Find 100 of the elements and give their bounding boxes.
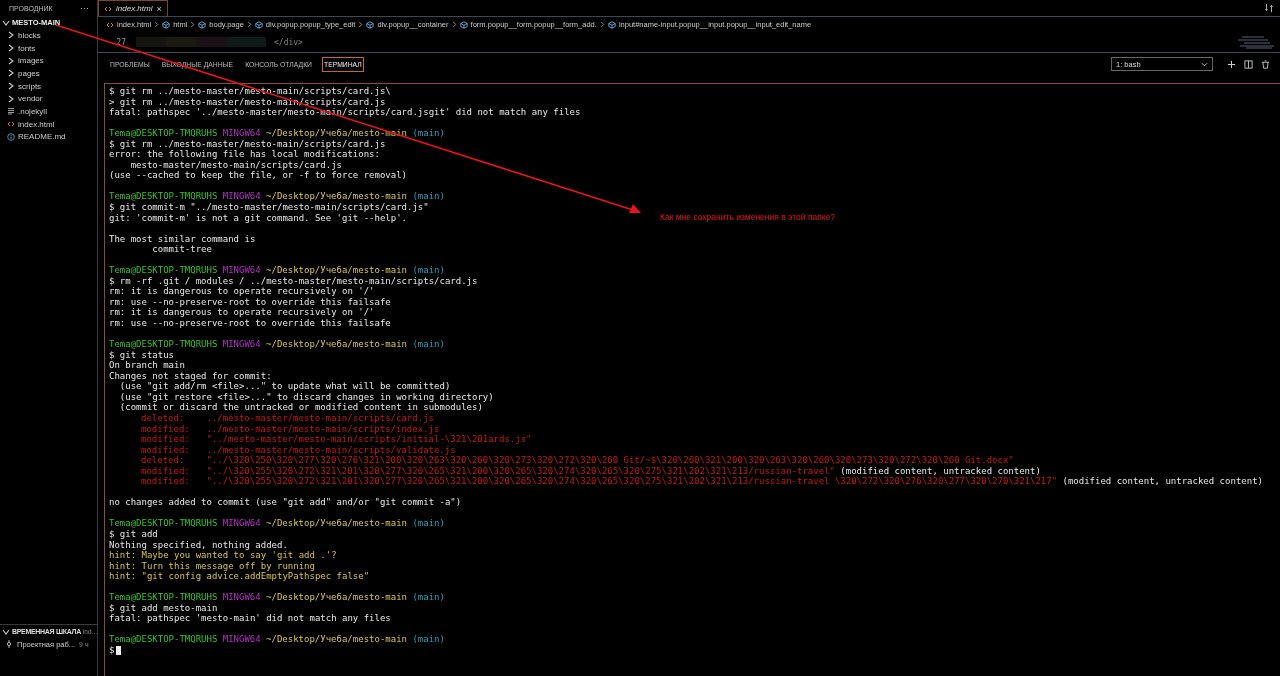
chevron-icon — [154, 21, 160, 28]
terminal-line: (commit or discard the untracked or modified content in submodules) — [118, 402, 483, 413]
prompt-path: ~/Desktop/Учеба/mesto-main — [266, 592, 407, 603]
terminal-line: fatal: pathspec 'mesto-main' did not match any files — [109, 613, 391, 624]
status-path: "../mesto-master/mesto-main/scripts/initial-\321\201ards.js" — [206, 434, 532, 445]
text-cursor — [115, 646, 121, 655]
terminal-line: commit-tree — [151, 244, 212, 255]
prompt-branch: (main) — [412, 128, 445, 139]
tree-item[interactable]: pages — [0, 67, 97, 80]
caret-icon — [1201, 60, 1208, 68]
prompt-branch: (main) — [412, 265, 445, 276]
status-path: "../\320\255\320\272\321\201\320\277\320\265\321\200\320\265\320\274\320\265\320\275\321\202\321\213/russian-travel" — [206, 465, 835, 477]
terminal-line: rm: use --no-preserve-root to override this failsafe — [109, 318, 391, 329]
prompt-user: Tema@DESKTOP-TMQRUHS — [109, 634, 218, 645]
cube-icon — [254, 20, 263, 29]
tree-item[interactable]: fonts — [0, 41, 97, 55]
prompt-branch: (main) — [412, 191, 445, 202]
status-path: "../\320\255\320\272\321\201\320\277\320\265\321\200\320\265\320\274\320\265\320\275\321\202\321\213/russian-travel \320\272\320\276\320\277\320\270\321\217" — [206, 476, 1058, 487]
terminal-line: (use "git add/rm <file>..." to update what will be committed) — [118, 381, 451, 392]
code-icon — [7, 120, 15, 129]
prompt-system: MINGW64 — [222, 265, 261, 276]
prompt-system: MINGW64 — [222, 592, 261, 603]
terminal-line: Nothing specified, nothing added. — [109, 539, 288, 551]
tree-item[interactable]: images — [0, 54, 97, 68]
chevron-icon — [2, 627, 10, 636]
terminal-line: error: the following file has local modifications: — [109, 149, 380, 160]
status-label: modified: — [141, 434, 191, 445]
tree-item[interactable]: vendor — [0, 92, 97, 106]
terminal-line: $ git add mesto-main — [109, 602, 218, 614]
plus-icon[interactable] — [1227, 59, 1236, 69]
code-text: </div> — [274, 37, 303, 47]
hint-line: hint: Maybe you wanted to say 'git add .'? — [109, 550, 337, 561]
tree-item[interactable]: scripts — [0, 79, 97, 93]
terminal-line: $ git rm ../mesto-master/mesto-main/scripts/card.js — [109, 138, 386, 150]
prompt-user: Tema@DESKTOP-TMQRUHS — [109, 592, 218, 603]
trash-icon[interactable] — [1261, 59, 1270, 69]
close-button[interactable]: × — [156, 3, 162, 14]
tree-item[interactable]: README.md — [0, 130, 97, 144]
prompt-user: Tema@DESKTOP-TMQRUHS — [109, 265, 218, 276]
terminal-line: The most similar command is — [109, 233, 256, 245]
prompt-user: Tema@DESKTOP-TMQRUHS — [109, 128, 218, 139]
prompt-branch: (main) — [412, 518, 445, 529]
cube-icon — [198, 20, 207, 29]
prompt-path: ~/Desktop/Учеба/mesto-main — [266, 191, 407, 202]
prompt-path: ~/Desktop/Учеба/mesto-main — [266, 339, 407, 350]
terminal-line: $ git commit-m "../mesto-master/mesto-main/scripts/card.js" — [109, 202, 429, 213]
editor-tab[interactable]: index.html × — [98, 0, 168, 16]
cube-icon — [459, 20, 468, 29]
terminal-line: rm: use --no-preserve-root to override this failsafe — [109, 296, 391, 308]
tree-item[interactable]: blocks — [0, 29, 97, 42]
terminal-line: Changes not staged for commit: — [109, 370, 272, 382]
cube-icon — [162, 20, 171, 29]
terminal-line: $ git status — [109, 349, 175, 361]
prompt-user: Tema@DESKTOP-TMQRUHS — [109, 518, 218, 529]
code-icon — [104, 4, 112, 13]
prompt-system: MINGW64 — [222, 518, 261, 529]
prompt-path: ~/Desktop/Учеба/mesto-main — [266, 265, 407, 276]
status-path: ../mesto-master/mesto-main/scripts/index.js — [206, 423, 440, 435]
prompt-system: MINGW64 — [222, 191, 261, 202]
prompt-branch: (main) — [412, 339, 445, 350]
status-path: "../\320\250\320\277\320\276\321\200\320\263\320\260\320\273\320\272\320\260 Git/~$\320\260\321\200\320\263\320\260\320\273\320\272\320\260 Git.docx" — [206, 455, 1014, 466]
status-note: (modified content, untracked content) — [840, 465, 1041, 477]
prompt-symbol: $ — [109, 645, 115, 656]
status-note: (modified content, untracked content) — [1062, 476, 1263, 487]
tree-item[interactable]: index.html — [0, 117, 97, 131]
chevron-icon — [451, 21, 457, 28]
cube-icon — [366, 20, 375, 29]
terminal-line: On branch main — [109, 360, 185, 371]
status-label: deleted: — [141, 455, 186, 466]
prompt-branch: (main) — [412, 592, 445, 603]
commit-icon — [5, 640, 13, 648]
cube-icon — [607, 20, 616, 29]
code-icon — [106, 20, 114, 29]
status-label: deleted: — [141, 412, 186, 424]
prompt-system: MINGW64 — [222, 634, 261, 645]
terminal-line: no changes added to commit (use "git add" and/or "git commit -a") — [109, 497, 462, 508]
terminal-line: rm: it is dangerous to operate recursively on '/' — [109, 286, 375, 297]
status-label: modified: — [141, 476, 191, 487]
prompt-system: MINGW64 — [222, 128, 261, 139]
terminal-line: $ git add — [109, 528, 158, 540]
chevron-icon — [599, 21, 605, 28]
terminal-line: mesto-master/mesto-main/scripts/card.js — [129, 159, 342, 171]
chevron-icon — [246, 21, 252, 28]
annotation-text: Как мне сохранить изменения в этой папке? — [660, 212, 836, 222]
terminal-line: (use --cached to keep the file, or -f to force removal) — [109, 170, 407, 181]
status-path: ../mesto-master/mesto-main/scripts/card.js — [206, 412, 434, 424]
terminal-line: (use "git restore <file>..." to discard changes in working directory) — [118, 391, 494, 403]
terminal-line: $ rm -rf .git / modules / ../mesto-master/mesto-main/scripts/card.js — [109, 275, 478, 287]
lines-icon — [7, 107, 15, 116]
prompt-path: ~/Desktop/Учеба/mesto-main — [266, 634, 407, 645]
terminal-line: git: 'commit-m' is not a git command. See 'git --help'. — [109, 212, 407, 224]
status-label: modified: — [141, 423, 191, 435]
prompt-user: Tema@DESKTOP-TMQRUHS — [109, 339, 218, 350]
prompt-branch: (main) — [412, 634, 445, 645]
tree-item[interactable]: .nojekyll — [0, 105, 97, 118]
split-icon[interactable] — [1244, 59, 1253, 69]
terminal-line: rm: it is dangerous to operate recursively on '/' — [109, 307, 375, 319]
hint-line: hint: Turn this message off by running — [109, 560, 315, 572]
more-actions-button[interactable]: ··· — [80, 3, 89, 13]
minimap-drawing — [1236, 34, 1276, 50]
